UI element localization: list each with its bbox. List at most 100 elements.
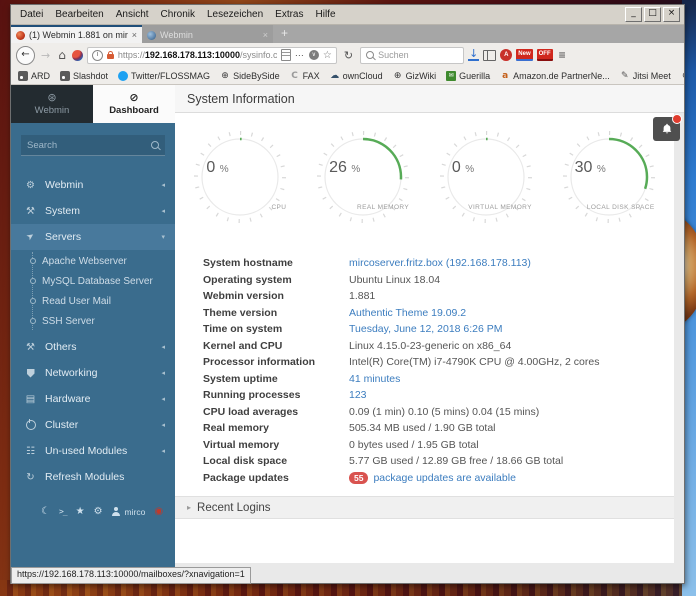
- sidebar-toggle-icon[interactable]: [483, 49, 497, 61]
- tab-webmin-background[interactable]: Webmin ×: [142, 25, 273, 43]
- bookmark-item[interactable]: Twitter/FLOSSMAG: [118, 70, 210, 81]
- bookmark-item[interactable]: Jitsi Meet: [620, 71, 671, 81]
- logout-icon[interactable]: ◉: [154, 506, 163, 517]
- pocket-icon[interactable]: [308, 50, 319, 60]
- sidebar-search-input[interactable]: [27, 139, 147, 151]
- tab-close-icon[interactable]: ×: [263, 30, 268, 40]
- terminal-icon[interactable]: >_: [59, 507, 68, 516]
- favorites-star-icon[interactable]: ★: [76, 506, 85, 517]
- forward-icon[interactable]: →: [39, 49, 52, 62]
- power-icon: [25, 418, 36, 430]
- tree-bullet-icon: [30, 318, 36, 324]
- user-icon[interactable]: [112, 507, 121, 516]
- hamburger-menu-icon[interactable]: ≡: [557, 48, 568, 62]
- refresh-icon: [24, 472, 37, 483]
- bookmark-item[interactable]: ownCloud: [330, 71, 383, 81]
- menu-view[interactable]: Ansicht: [110, 6, 155, 24]
- webmin-favicon: [147, 30, 156, 40]
- minimize-button[interactable]: _: [625, 7, 642, 22]
- reload-icon[interactable]: ↻: [341, 49, 356, 62]
- sidebar-item-others[interactable]: Others: [11, 334, 175, 360]
- globe-icon: [220, 71, 230, 81]
- chevron-down-icon: [161, 233, 165, 241]
- url-text[interactable]: https://192.168.178.113:10000/sysinfo.cg…: [118, 50, 277, 60]
- uptime-link[interactable]: 41 minutes: [349, 373, 400, 385]
- sidebar-item-cluster[interactable]: Cluster: [11, 412, 175, 438]
- time-link[interactable]: Tuesday, June 12, 2018 6:26 PM: [349, 323, 503, 335]
- site-info-icon[interactable]: [91, 49, 103, 61]
- sidebar-subitem-mysql[interactable]: MySQL Database Server: [11, 271, 175, 291]
- table-row: Running processes 123: [203, 389, 367, 402]
- sidebar-subitem-readmail[interactable]: Read User Mail: [11, 291, 175, 311]
- gears-icon[interactable]: ⚙: [94, 506, 103, 517]
- processes-link[interactable]: 123: [349, 389, 367, 401]
- hostname-link[interactable]: mircoserver.fritz.box (192.168.178.113): [349, 257, 531, 269]
- sidebar-item-webmin[interactable]: Webmin: [11, 172, 175, 198]
- adblock-icon[interactable]: [500, 49, 513, 61]
- extension-icon[interactable]: [71, 49, 83, 61]
- chevron-right-icon: [187, 503, 191, 512]
- menu-file[interactable]: Datei: [14, 6, 49, 24]
- sidebar-search[interactable]: [21, 135, 165, 156]
- sidebar-item-servers[interactable]: Servers: [11, 224, 175, 250]
- bookmark-item[interactable]: SideBySide: [220, 71, 280, 81]
- bell-icon: [662, 123, 671, 134]
- sidebar-item-refresh-modules[interactable]: Refresh Modules: [11, 464, 175, 490]
- updates-count-badge: 55: [349, 471, 369, 484]
- bookmark-item[interactable]: GizWiki: [393, 71, 437, 81]
- tab-webmin-active[interactable]: (1) Webmin 1.881 on mircoserver ×: [11, 25, 142, 43]
- downloads-icon[interactable]: ↓: [468, 48, 480, 61]
- table-row: System uptime 41 minutes: [203, 372, 401, 385]
- chevron-left-icon: [161, 207, 165, 215]
- sidebar-tab-webmin[interactable]: ⊛ Webmin: [11, 85, 93, 123]
- url-bar[interactable]: https://192.168.178.113:10000/sysinfo.cg…: [86, 46, 337, 64]
- browser-window: Datei Bearbeiten Ansicht Chronik Lesezei…: [10, 4, 685, 584]
- menu-bookmarks[interactable]: Lesezeichen: [201, 6, 269, 24]
- sidebar-item-unused-modules[interactable]: Un-used Modules: [11, 438, 175, 464]
- menu-help[interactable]: Hilfe: [310, 6, 342, 24]
- gear-icon: [24, 180, 37, 191]
- reader-mode-icon[interactable]: [280, 49, 291, 61]
- bookmark-item[interactable]: Slashdot: [60, 70, 108, 81]
- webmin-sidebar: ⊛ Webmin ⊘ Dashboard Webmin: [11, 85, 175, 583]
- window-controls: _ □ ×: [625, 7, 681, 22]
- sidebar-item-networking[interactable]: Networking: [11, 360, 175, 386]
- sidebar-subitem-apache[interactable]: Apache Webserver: [11, 251, 175, 271]
- table-row: Webmin version 1.881: [203, 290, 376, 303]
- search-bar[interactable]: [360, 46, 465, 64]
- menu-edit[interactable]: Bearbeiten: [49, 6, 109, 24]
- recent-logins-toggle[interactable]: Recent Logins: [175, 496, 674, 519]
- sidebar-item-hardware[interactable]: Hardware: [11, 386, 175, 412]
- home-icon[interactable]: ⌂: [56, 48, 68, 62]
- bookmark-star-icon[interactable]: ☆: [323, 50, 332, 61]
- maximize-button[interactable]: □: [644, 7, 661, 22]
- search-input[interactable]: [378, 50, 459, 60]
- rss-icon: [18, 70, 28, 81]
- tab-close-icon[interactable]: ×: [132, 30, 137, 40]
- bookmark-item[interactable]: Guerilla: [446, 70, 490, 81]
- page-actions-icon[interactable]: ⋯: [295, 50, 305, 61]
- sidebar-item-system[interactable]: System: [11, 198, 175, 224]
- addon-new-icon[interactable]: New: [516, 49, 533, 61]
- package-updates-link[interactable]: 55 package updates are available: [349, 471, 516, 484]
- bookmark-item[interactable]: Amazon.de PartnerNe...: [500, 71, 610, 81]
- sidebar-subitem-ssh[interactable]: SSH Server: [11, 311, 175, 331]
- notifications-bell-button[interactable]: [653, 114, 682, 141]
- bookmark-item[interactable]: kwout: [681, 71, 684, 81]
- menu-tools[interactable]: Extras: [269, 6, 309, 24]
- bookmark-item[interactable]: FAX: [290, 71, 320, 81]
- back-icon[interactable]: ←: [16, 45, 35, 65]
- addon-off-icon[interactable]: OFF: [536, 49, 553, 61]
- insecure-lock-icon[interactable]: [106, 51, 114, 59]
- bookmark-item[interactable]: ARD: [18, 70, 50, 81]
- new-tab-button[interactable]: +: [273, 25, 296, 43]
- close-button[interactable]: ×: [663, 7, 680, 22]
- sidebar-tabs: ⊛ Webmin ⊘ Dashboard: [11, 85, 175, 123]
- webmin-favicon: [16, 30, 25, 40]
- theme-link[interactable]: Authentic Theme 19.09.2: [349, 307, 466, 319]
- menu-history[interactable]: Chronik: [155, 6, 201, 24]
- night-mode-icon[interactable]: ☾: [41, 506, 50, 517]
- table-row: Processor information Intel(R) Core(TM) i…: [203, 356, 600, 369]
- chevron-left-icon: [161, 181, 165, 189]
- sidebar-tab-dashboard[interactable]: ⊘ Dashboard: [93, 85, 175, 123]
